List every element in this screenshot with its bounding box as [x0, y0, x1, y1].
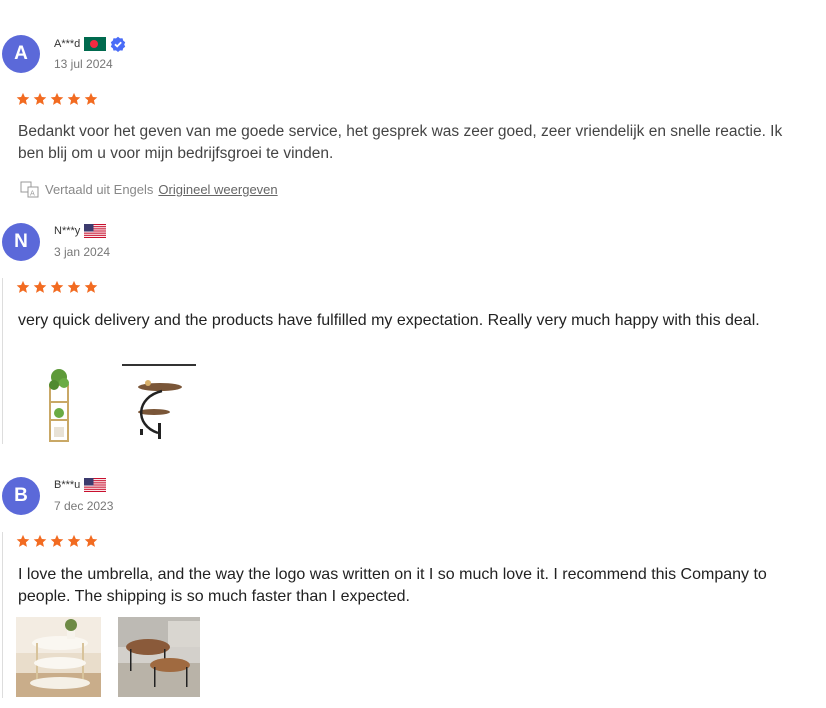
star-icon	[67, 280, 81, 293]
star-icon	[67, 92, 81, 105]
verified-badge-icon	[111, 36, 126, 52]
star-icon	[16, 92, 30, 105]
star-rating	[16, 280, 98, 294]
star-icon	[33, 280, 47, 293]
avatar: A	[2, 35, 40, 73]
star-rating	[16, 92, 98, 106]
review-divider	[2, 278, 3, 444]
star-icon	[50, 280, 64, 293]
star-rating	[16, 534, 98, 548]
review-text: Bedankt voor het geven van me goede serv…	[18, 123, 783, 162]
reviewer-name: B***u	[54, 479, 81, 491]
usa-flag-icon	[84, 224, 107, 238]
avatar: B	[2, 477, 40, 515]
svg-text:A: A	[30, 190, 35, 198]
show-original-link[interactable]: Origineel weergeven	[158, 182, 277, 197]
star-icon	[84, 534, 98, 547]
review-date: 3 jan 2024	[54, 245, 111, 259]
star-icon	[50, 534, 64, 547]
review-photo[interactable]	[118, 617, 200, 697]
star-icon	[67, 534, 81, 547]
reviewer-name: A***d	[54, 38, 81, 50]
review-divider	[2, 532, 3, 698]
review-photo[interactable]	[18, 363, 100, 443]
usa-flag-icon	[84, 478, 107, 492]
star-icon	[33, 534, 47, 547]
translation-notice: A Vertaald uit Engels Origineel weergeve…	[20, 181, 278, 198]
reviewer-name-row: N***y	[54, 224, 107, 238]
review-text: I love the umbrella, and the way the log…	[18, 566, 767, 605]
star-icon	[50, 92, 64, 105]
plant-stand-photo	[18, 363, 100, 443]
review-date: 7 dec 2023	[54, 499, 114, 513]
translated-label: Vertaald uit Engels	[45, 182, 154, 197]
avatar: N	[2, 223, 40, 261]
reviewer-name-row: B***u	[54, 478, 107, 492]
star-icon	[84, 92, 98, 105]
review-date: 13 jul 2024	[54, 57, 113, 71]
star-icon	[16, 534, 30, 547]
bangladesh-flag-icon	[84, 37, 107, 51]
translate-icon: A	[20, 181, 39, 198]
star-icon	[33, 92, 47, 105]
reviewer-name-row: A***d	[54, 36, 126, 52]
nesting-tables-photo	[118, 617, 200, 697]
white-cloud-table-photo	[16, 617, 101, 697]
review-photo[interactable]	[118, 363, 200, 443]
review-text: very quick delivery and the products hav…	[18, 312, 760, 329]
review-photo[interactable]	[16, 617, 101, 697]
reviewer-name: N***y	[54, 225, 81, 237]
round-side-table-photo	[118, 363, 200, 443]
star-icon	[84, 280, 98, 293]
star-icon	[16, 280, 30, 293]
